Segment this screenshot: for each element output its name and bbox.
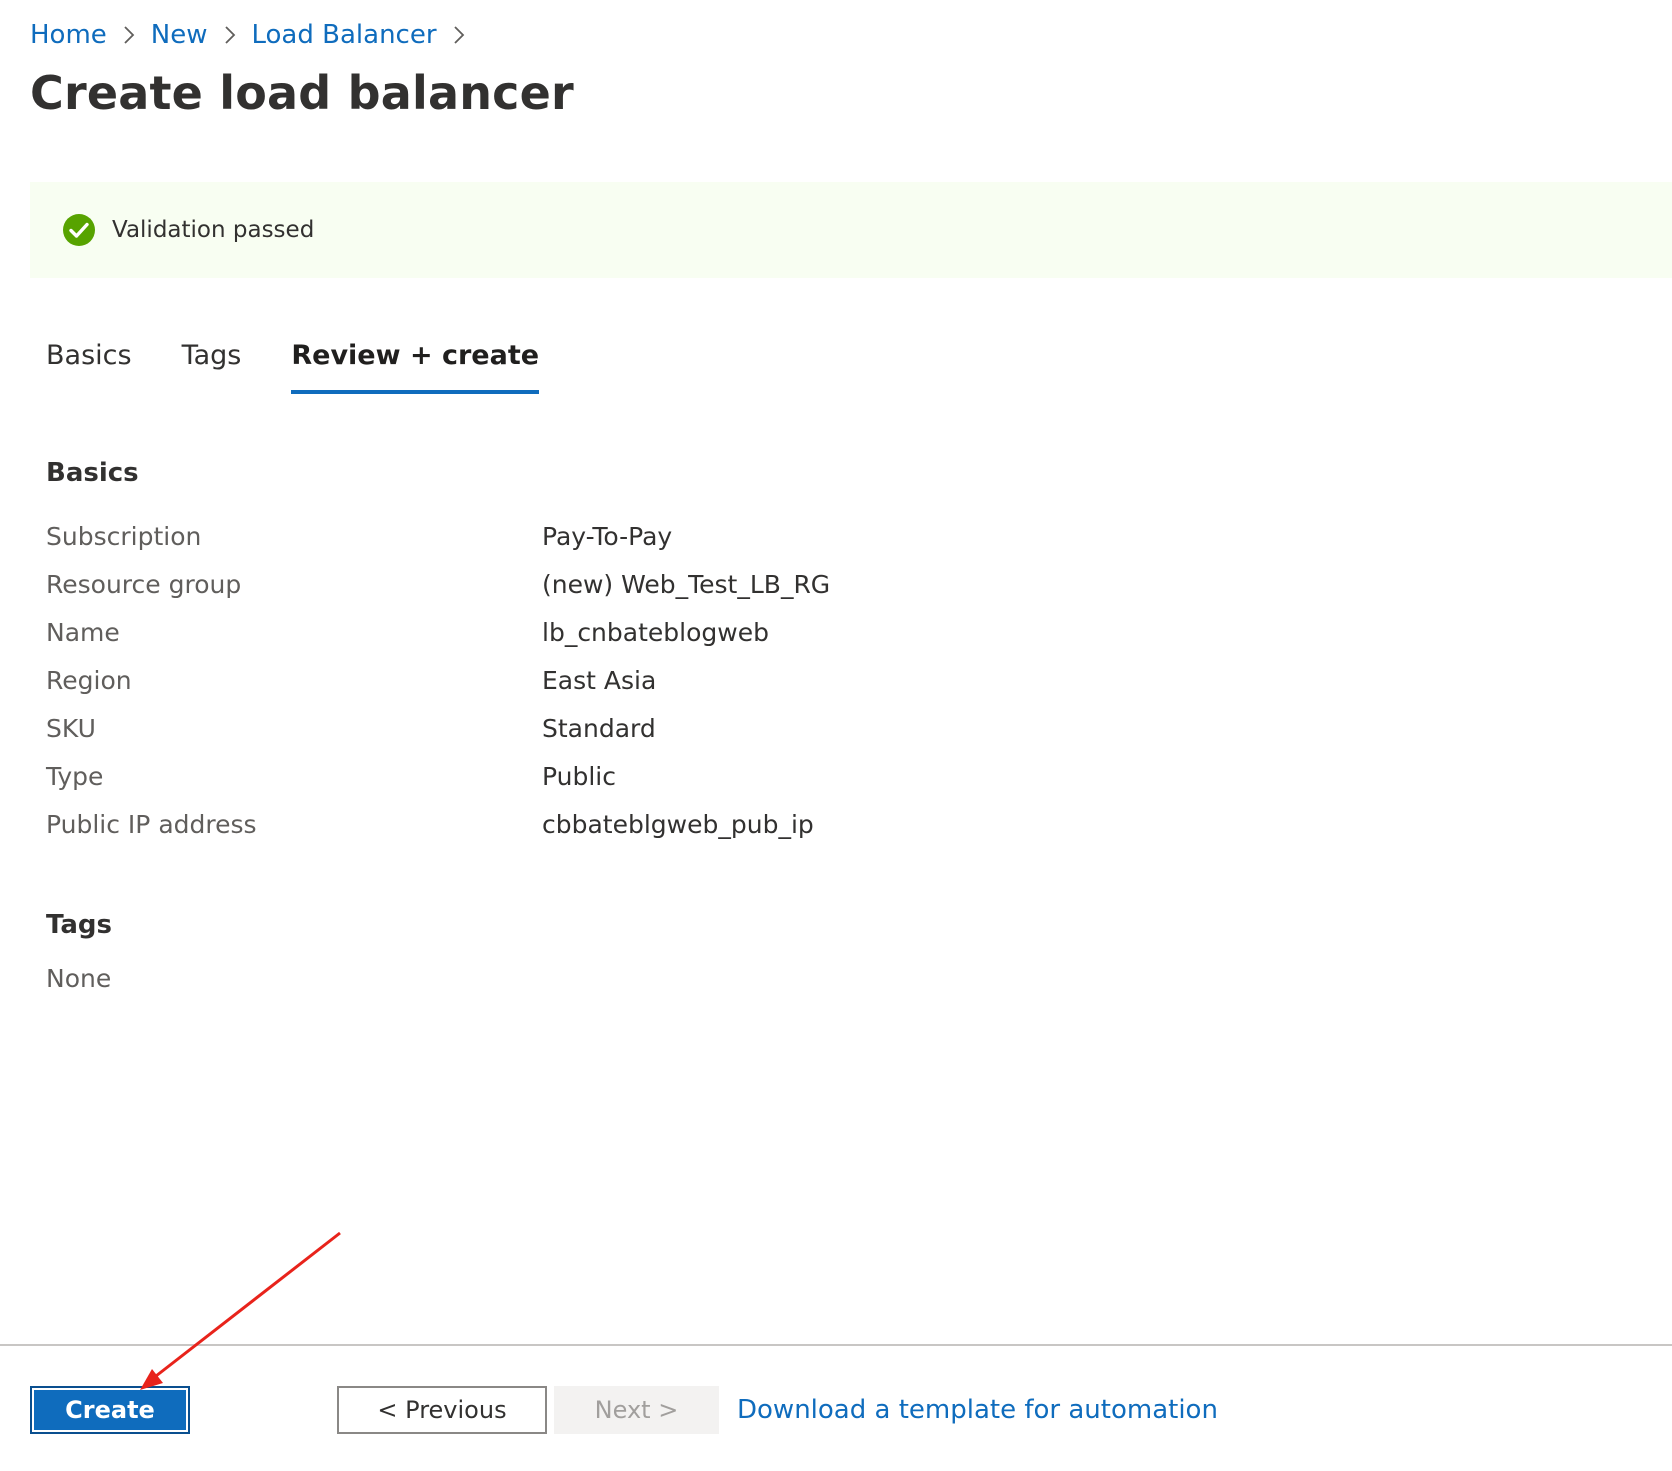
summary-label: Name bbox=[46, 617, 120, 647]
download-template-link[interactable]: Download a template for automation bbox=[737, 1386, 1218, 1434]
tab-tags[interactable]: Tags bbox=[182, 336, 242, 394]
chevron-right-icon bbox=[437, 20, 481, 50]
summary-row-name: Name lb_cnbateblogweb bbox=[46, 608, 830, 656]
summary-value: lb_cnbateblogweb bbox=[542, 617, 769, 647]
wizard-tabs: Basics Tags Review + create bbox=[46, 336, 589, 394]
summary-value: cbbateblgweb_pub_ip bbox=[542, 809, 814, 839]
basics-summary-list: Subscription Pay-To-Pay Resource group (… bbox=[46, 512, 830, 848]
breadcrumb-new-link[interactable]: New bbox=[151, 20, 208, 50]
next-button[interactable]: Next > bbox=[554, 1386, 719, 1434]
summary-row-type: Type Public bbox=[46, 752, 830, 800]
footer-divider bbox=[0, 1344, 1672, 1346]
tab-review-create[interactable]: Review + create bbox=[291, 336, 540, 394]
summary-value: Standard bbox=[542, 713, 656, 743]
summary-value: Pay-To-Pay bbox=[542, 521, 673, 551]
summary-value: Public bbox=[542, 761, 616, 791]
previous-button[interactable]: < Previous bbox=[337, 1386, 547, 1434]
summary-row-resource-group: Resource group (new) Web_Test_LB_RG bbox=[46, 560, 830, 608]
validation-status-text: Validation passed bbox=[112, 217, 315, 243]
breadcrumb-load-balancer-link[interactable]: Load Balancer bbox=[252, 20, 437, 50]
summary-row-region: Region East Asia bbox=[46, 656, 830, 704]
summary-row-sku: SKU Standard bbox=[46, 704, 830, 752]
summary-label: Type bbox=[46, 761, 104, 791]
basics-section-heading: Basics bbox=[46, 458, 139, 488]
summary-label: Region bbox=[46, 665, 132, 695]
page-title: Create load balancer bbox=[30, 66, 574, 120]
summary-label: Resource group bbox=[46, 569, 242, 599]
tags-value: None bbox=[46, 964, 112, 993]
summary-label: Public IP address bbox=[46, 809, 257, 839]
summary-row-public-ip: Public IP address cbbateblgweb_pub_ip bbox=[46, 800, 830, 848]
summary-label: Subscription bbox=[46, 521, 202, 551]
validation-banner: Validation passed bbox=[30, 182, 1672, 278]
check-circle-icon bbox=[62, 213, 96, 247]
chevron-right-icon bbox=[208, 20, 252, 50]
tags-section-heading: Tags bbox=[46, 910, 113, 940]
summary-label: SKU bbox=[46, 713, 96, 743]
chevron-right-icon bbox=[107, 20, 151, 50]
breadcrumb: Home New Load Balancer bbox=[30, 14, 481, 56]
summary-value: East Asia bbox=[542, 665, 657, 695]
create-button[interactable]: Create bbox=[30, 1386, 190, 1434]
tab-basics[interactable]: Basics bbox=[46, 336, 132, 394]
summary-value: (new) Web_Test_LB_RG bbox=[542, 569, 831, 599]
breadcrumb-home-link[interactable]: Home bbox=[30, 20, 107, 50]
summary-row-subscription: Subscription Pay-To-Pay bbox=[46, 512, 830, 560]
